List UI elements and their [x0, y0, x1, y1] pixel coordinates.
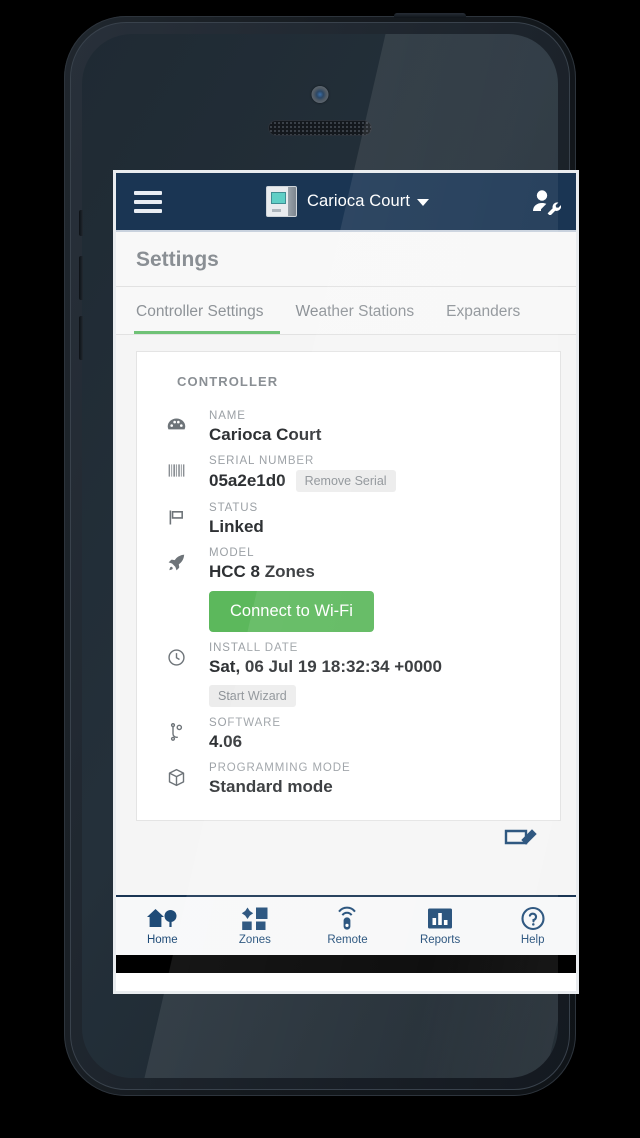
page-title: Settings — [136, 248, 219, 271]
row-name-label: NAME — [209, 410, 246, 422]
row-status-value: Linked — [209, 517, 264, 536]
clock-icon — [159, 642, 193, 707]
row-software-label: SOFTWARE — [209, 717, 281, 729]
row-software: SOFTWARE 4.06 — [157, 712, 540, 757]
phone-volume-down-button — [79, 316, 83, 360]
row-model: MODEL HCC 8 Zones Connect to Wi-Fi — [157, 542, 540, 637]
row-name-body: NAME Carioca Court — [209, 410, 540, 445]
tab-weather-stations[interactable]: Weather Stations — [280, 303, 431, 334]
tab-controller-settings[interactable]: Controller Settings — [134, 303, 280, 334]
code-branch-icon — [159, 717, 193, 752]
phone-screen: Carioca Court Settings Controller Settin… — [113, 170, 579, 994]
tabbar-label-home: Home — [146, 934, 178, 946]
start-wizard-button[interactable]: Start Wizard — [209, 685, 296, 707]
tabbar-item-help[interactable]: Help — [486, 906, 576, 946]
phone-mockup: Carioca Court Settings Controller Settin… — [64, 13, 579, 1096]
row-programming-label: PROGRAMMING MODE — [209, 762, 351, 774]
zones-grid-icon — [240, 906, 270, 931]
remove-serial-button[interactable]: Remove Serial — [295, 470, 396, 492]
connect-to-wifi-button[interactable]: Connect to Wi-Fi — [209, 591, 374, 632]
row-install-body: INSTALL DATE Sat, 06 Jul 19 18:32:34 +00… — [209, 642, 540, 707]
screen-bottom-strip — [116, 955, 576, 973]
row-software-body: SOFTWARE 4.06 — [209, 717, 540, 752]
controller-device-icon — [265, 186, 297, 217]
row-serial-value-wrap: 05a2e1d0 Remove Serial — [209, 470, 540, 492]
phone-power-button — [394, 13, 466, 18]
tabbar-label-zones: Zones — [238, 934, 271, 946]
screenshot-stage: Carioca Court Settings Controller Settin… — [0, 0, 640, 1138]
app-viewport: Carioca Court Settings Controller Settin… — [116, 173, 576, 973]
row-install-date: INSTALL DATE Sat, 06 Jul 19 18:32:34 +00… — [157, 637, 540, 712]
chevron-down-icon[interactable] — [417, 199, 430, 206]
tabbar-label-reports: Reports — [419, 934, 461, 946]
tabbar-item-home[interactable]: Home — [116, 906, 209, 946]
row-status-body: STATUS Linked — [209, 502, 540, 537]
settings-tab-bar: Controller Settings Weather Stations Exp… — [116, 287, 576, 335]
remote-icon — [334, 906, 360, 931]
row-serial-body: SERIAL NUMBER 05a2e1d0 Remove Serial — [209, 455, 540, 492]
edit-pencil-icon — [503, 827, 537, 853]
account-button[interactable] — [531, 189, 561, 215]
hamburger-menu-icon[interactable] — [134, 186, 162, 218]
controller-card: CONTROLLER NAME Carioca Court SERIAL NUM… — [136, 351, 561, 821]
row-programming-mode: PROGRAMMING MODE Standard mode — [157, 757, 540, 802]
navbar-title: Carioca Court — [306, 192, 411, 210]
phone-volume-up-button — [79, 256, 83, 300]
row-status: STATUS Linked — [157, 497, 540, 542]
tabbar-item-reports[interactable]: Reports — [394, 906, 487, 946]
tabbar-label-remote: Remote — [327, 934, 368, 946]
row-name: NAME Carioca Court — [157, 405, 540, 450]
row-install-value: Sat, 06 Jul 19 18:32:34 +0000 — [209, 657, 442, 676]
row-status-label: STATUS — [209, 502, 259, 514]
gauge-icon — [159, 410, 193, 445]
row-serial-label: SERIAL NUMBER — [209, 455, 315, 467]
bottom-tab-bar: Home Zones Remote Reports Help — [116, 895, 576, 955]
cube-icon — [159, 762, 193, 797]
tab-expanders[interactable]: Expanders — [430, 303, 536, 334]
user-wrench-icon — [531, 189, 561, 215]
navbar-controller-selector[interactable]: Carioca Court — [116, 173, 576, 230]
barcode-icon — [159, 455, 193, 492]
row-programming-value: Standard mode — [209, 777, 333, 796]
edit-controller-button[interactable] — [136, 821, 561, 853]
rocket-icon — [159, 547, 193, 632]
row-name-value: Carioca Court — [209, 425, 322, 444]
tabbar-item-remote[interactable]: Remote — [301, 906, 394, 946]
row-software-value: 4.06 — [209, 732, 243, 751]
phone-rim: Carioca Court Settings Controller Settin… — [70, 22, 579, 1090]
app-navbar: Carioca Court — [116, 173, 576, 232]
row-install-label: INSTALL DATE — [209, 642, 299, 654]
card-heading: CONTROLLER — [177, 374, 279, 389]
home-tree-icon — [146, 906, 178, 931]
front-camera — [311, 86, 329, 103]
row-model-label: MODEL — [209, 547, 255, 559]
controller-card-wrapper: CONTROLLER NAME Carioca Court SERIAL NUM… — [116, 335, 576, 853]
row-model-body: MODEL HCC 8 Zones Connect to Wi-Fi — [209, 547, 540, 632]
help-question-icon — [519, 906, 547, 931]
row-model-value: HCC 8 Zones — [209, 562, 315, 581]
flag-icon — [159, 502, 193, 537]
reports-bar-chart-icon — [426, 906, 454, 931]
row-serial-value: 05a2e1d0 — [209, 471, 286, 490]
start-wizard-wrap: Start Wizard — [209, 685, 540, 707]
row-programming-body: PROGRAMMING MODE Standard mode — [209, 762, 540, 797]
phone-body: Carioca Court Settings Controller Settin… — [79, 34, 579, 1078]
row-serial-number: SERIAL NUMBER 05a2e1d0 Remove Serial — [157, 450, 540, 497]
tabbar-label-help: Help — [520, 934, 545, 946]
earpiece-speaker — [268, 120, 372, 136]
phone-silent-switch — [79, 210, 83, 236]
tabbar-item-zones[interactable]: Zones — [209, 906, 302, 946]
page-header: Settings — [116, 232, 576, 287]
